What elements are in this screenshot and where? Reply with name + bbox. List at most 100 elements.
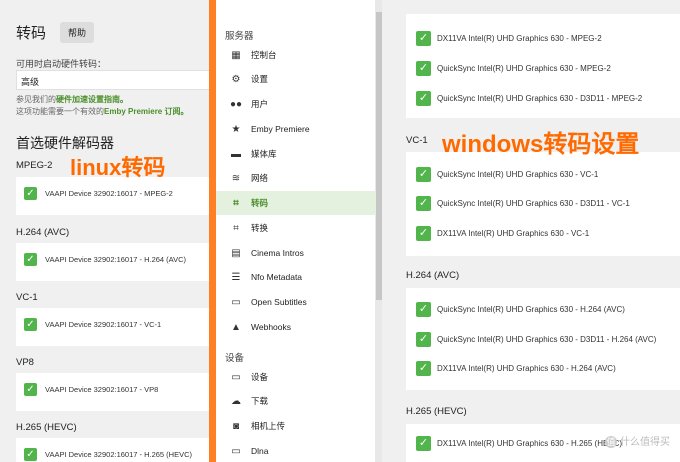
cloud-download-icon: ☁ [231, 395, 241, 407]
decoder-option[interactable]: ✓ DX11VA Intel(R) UHD Graphics 630 - H.26… [416, 436, 622, 451]
sidebar-item-devices[interactable]: ▭ 设备 [216, 365, 376, 389]
sidebar-item-open-subtitles[interactable]: ▭ Open Subtitles [216, 290, 376, 314]
subtitles-icon: ▭ [231, 296, 241, 308]
checkbox-checked-icon[interactable]: ✓ [416, 196, 431, 211]
decoder-option[interactable]: ✓ QuickSync Intel(R) UHD Graphics 630 - D… [416, 332, 656, 347]
sidebar-item-label: Cinema Intros [251, 248, 304, 258]
codec-heading: MPEG-2 [16, 160, 53, 171]
codec-card: ✓ VAAPI Device 32902:16017 - H.265 (HEVC) [16, 438, 210, 462]
checkbox-checked-icon[interactable]: ✓ [416, 226, 431, 241]
codec-heading: H.264 (AVC) [16, 227, 70, 238]
sidebar-item-label: Open Subtitles [251, 297, 307, 307]
checkbox-checked-icon[interactable]: ✓ [416, 61, 431, 76]
decoder-label: QuickSync Intel(R) UHD Graphics 630 - H.… [437, 305, 625, 314]
sidebar-item-nfo-metadata[interactable]: ☰ Nfo Metadata [216, 265, 376, 289]
decoder-option[interactable]: ✓ QuickSync Intel(R) UHD Graphics 630 - H… [416, 302, 625, 317]
codec-heading: VC-1 [16, 292, 38, 303]
sidebar-item-label: Nfo Metadata [251, 272, 303, 282]
sidebar-item-label: 设备 [251, 372, 269, 382]
checkbox-checked-icon[interactable]: ✓ [416, 361, 431, 376]
sidebar-item-label: 网络 [251, 173, 269, 183]
linux-transcode-panel: 转码 帮助 可用时启动硬件转码： 高级 参见我们的硬件加速设置指南。 这项功能需… [0, 0, 210, 462]
settings-sidebar: 服务器 ▦ 控制台 ⚙ 设置 ●● 用户 ★ Emby Premiere ▬ 媒体库 ≋ 网… [216, 0, 376, 462]
codec-card: ✓ QuickSync Intel(R) UHD Graphics 630 - V… [406, 152, 680, 256]
help-button[interactable]: 帮助 [60, 22, 95, 43]
watermark: 值什么值得买 [605, 433, 670, 448]
sidebar-item-label: Dlna [251, 446, 269, 456]
sidebar-item-settings[interactable]: ⚙ 设置 [216, 67, 376, 91]
dashboard-icon: ▦ [231, 49, 241, 61]
guide-hint: 参见我们的硬件加速设置指南。 [16, 94, 128, 105]
sidebar-item-label: 设置 [251, 74, 269, 84]
decoder-option[interactable]: ✓ QuickSync Intel(R) UHD Graphics 630 - M… [416, 61, 611, 76]
hw-transcode-select[interactable]: 高级 [16, 70, 210, 90]
page-title: 转码 [16, 25, 47, 42]
decoder-option[interactable]: ✓ QuickSync Intel(R) UHD Graphics 630 - D… [416, 196, 630, 211]
sidebar-item-label: 用户 [251, 99, 269, 109]
decoder-option[interactable]: ✓ VAAPI Device 32902:16017 - VP8 [24, 383, 158, 396]
star-icon: ★ [231, 123, 241, 135]
codec-heading: H.265 (HEVC) [406, 406, 467, 417]
sidebar-item-cinema-intros[interactable]: ▤ Cinema Intros [216, 241, 376, 265]
decoder-option[interactable]: ✓ VAAPI Device 32902:16017 - H.265 (HEVC) [24, 448, 192, 461]
codec-heading: VC-1 [406, 135, 428, 146]
checkbox-checked-icon[interactable]: ✓ [24, 253, 37, 266]
guide-hint-text: 参见我们的 [16, 95, 56, 104]
checkbox-checked-icon[interactable]: ✓ [24, 318, 37, 331]
wifi-icon: ≋ [231, 172, 241, 184]
bell-icon: ▲ [231, 321, 241, 333]
cast-icon: ▭ [231, 445, 241, 457]
sidebar-item-label: 控制台 [251, 50, 277, 60]
checkbox-checked-icon[interactable]: ✓ [24, 448, 37, 461]
sidebar-item-label: Webhooks [251, 322, 292, 332]
windows-transcode-panel: ✓ DX11VA Intel(R) UHD Graphics 630 - MPEG… [382, 0, 680, 462]
transform-icon: ⌗ [233, 222, 239, 234]
decoder-option[interactable]: ✓ VAAPI Device 32902:16017 - VC-1 [24, 318, 161, 331]
decoder-option[interactable]: ✓ QuickSync Intel(R) UHD Graphics 630 - D… [416, 91, 642, 106]
checkbox-checked-icon[interactable]: ✓ [416, 332, 431, 347]
checkbox-checked-icon[interactable]: ✓ [24, 383, 37, 396]
movie-icon: ▤ [231, 247, 241, 259]
decoder-label: QuickSync Intel(R) UHD Graphics 630 - VC… [437, 170, 599, 179]
guide-link[interactable]: 硬件加速设置指南。 [56, 95, 128, 104]
sidebar-item-network[interactable]: ≋ 网络 [216, 166, 376, 190]
list-icon: ☰ [231, 271, 241, 283]
linux-annotation: linux转码 [70, 155, 166, 180]
sidebar-item-users[interactable]: ●● 用户 [216, 92, 376, 116]
decoder-option[interactable]: ✓ VAAPI Device 32902:16017 - H.264 (AVC) [24, 253, 186, 266]
checkbox-checked-icon[interactable]: ✓ [416, 91, 431, 106]
sidebar-item-downloads[interactable]: ☁ 下载 [216, 389, 376, 413]
decoder-option[interactable]: ✓ DX11VA Intel(R) UHD Graphics 630 - VC-1 [416, 226, 589, 241]
decoder-label: DX11VA Intel(R) UHD Graphics 630 - MPEG-… [437, 34, 602, 43]
codec-heading: H.265 (HEVC) [16, 422, 77, 433]
sidebar-item-transcode[interactable]: ⌗ 转码 [216, 191, 376, 215]
decoder-label: QuickSync Intel(R) UHD Graphics 630 - D3… [437, 199, 630, 208]
sidebar-item-convert[interactable]: ⌗ 转换 [216, 216, 376, 240]
checkbox-checked-icon[interactable]: ✓ [416, 31, 431, 46]
checkbox-checked-icon[interactable]: ✓ [416, 302, 431, 317]
folder-icon: ▬ [231, 148, 241, 160]
decoder-option[interactable]: ✓ VAAPI Device 32902:16017 - MPEG-2 [24, 187, 173, 200]
sidebar-item-webhooks[interactable]: ▲ Webhooks [216, 315, 376, 339]
checkbox-checked-icon[interactable]: ✓ [24, 187, 37, 200]
sidebar-item-dashboard[interactable]: ▦ 控制台 [216, 43, 376, 67]
sidebar-item-premiere[interactable]: ★ Emby Premiere [216, 117, 376, 141]
decoder-label: DX11VA Intel(R) UHD Graphics 630 - VC-1 [437, 229, 590, 238]
decoder-option[interactable]: ✓ QuickSync Intel(R) UHD Graphics 630 - V… [416, 167, 598, 182]
sidebar-item-library[interactable]: ▬ 媒体库 [216, 142, 376, 166]
orange-divider [209, 0, 216, 462]
sidebar-item-label: 转码 [251, 198, 269, 208]
premiere-hint-text: 这项功能需要一个有效的 [16, 107, 104, 116]
decoder-option[interactable]: ✓ DX11VA Intel(R) UHD Graphics 630 - MPEG… [416, 31, 602, 46]
decoder-option[interactable]: ✓ DX11VA Intel(R) UHD Graphics 630 - H.26… [416, 361, 616, 376]
sidebar-item-dlna[interactable]: ▭ Dlna [216, 439, 376, 462]
people-icon: ●● [229, 98, 243, 110]
devices-icon: ▭ [231, 371, 241, 383]
checkbox-checked-icon[interactable]: ✓ [416, 436, 431, 451]
sidebar-item-camera-upload[interactable]: ◙ 相机上传 [216, 414, 376, 438]
decoder-label: DX11VA Intel(R) UHD Graphics 630 - H.265… [437, 439, 623, 448]
sidebar-item-label: 转换 [251, 223, 269, 233]
premiere-link[interactable]: Emby Premiere 订阅。 [104, 107, 188, 116]
premiere-hint: 这项功能需要一个有效的Emby Premiere 订阅。 [16, 106, 188, 117]
checkbox-checked-icon[interactable]: ✓ [416, 167, 431, 182]
